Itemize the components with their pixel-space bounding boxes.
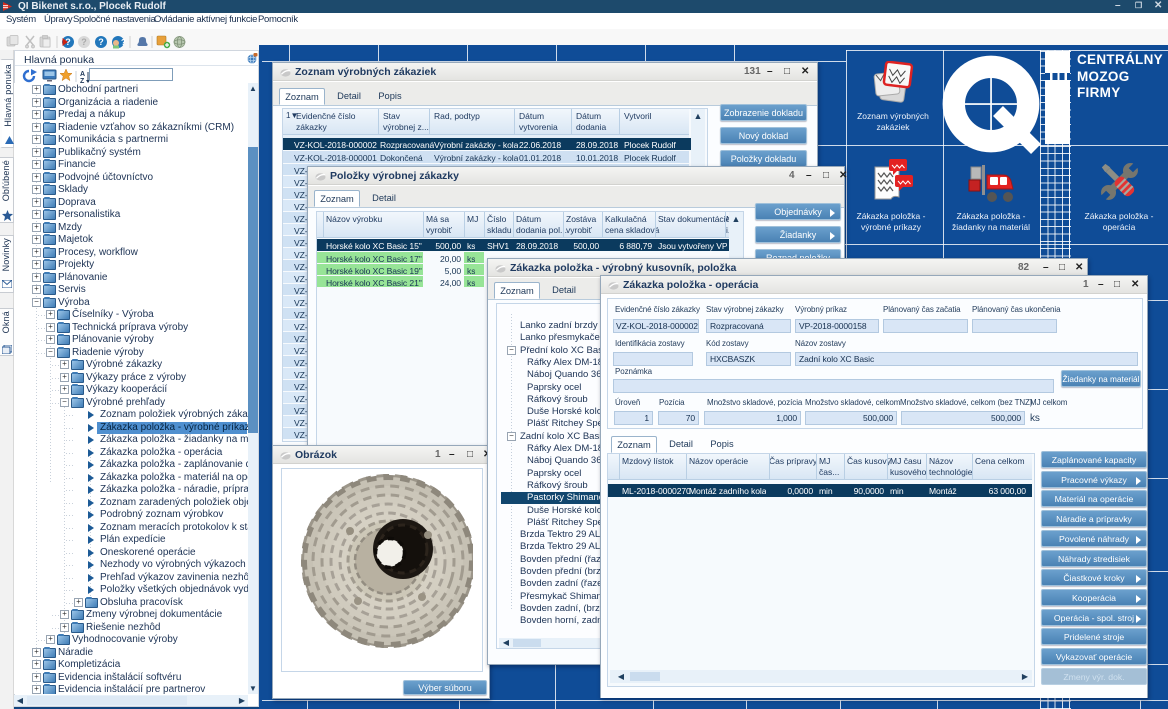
svg-text:A: A (80, 71, 85, 78)
svg-text:?: ? (65, 37, 71, 47)
svg-text:?: ? (98, 37, 104, 47)
svg-text:?: ? (81, 37, 87, 47)
svg-text:?: ? (121, 38, 126, 47)
